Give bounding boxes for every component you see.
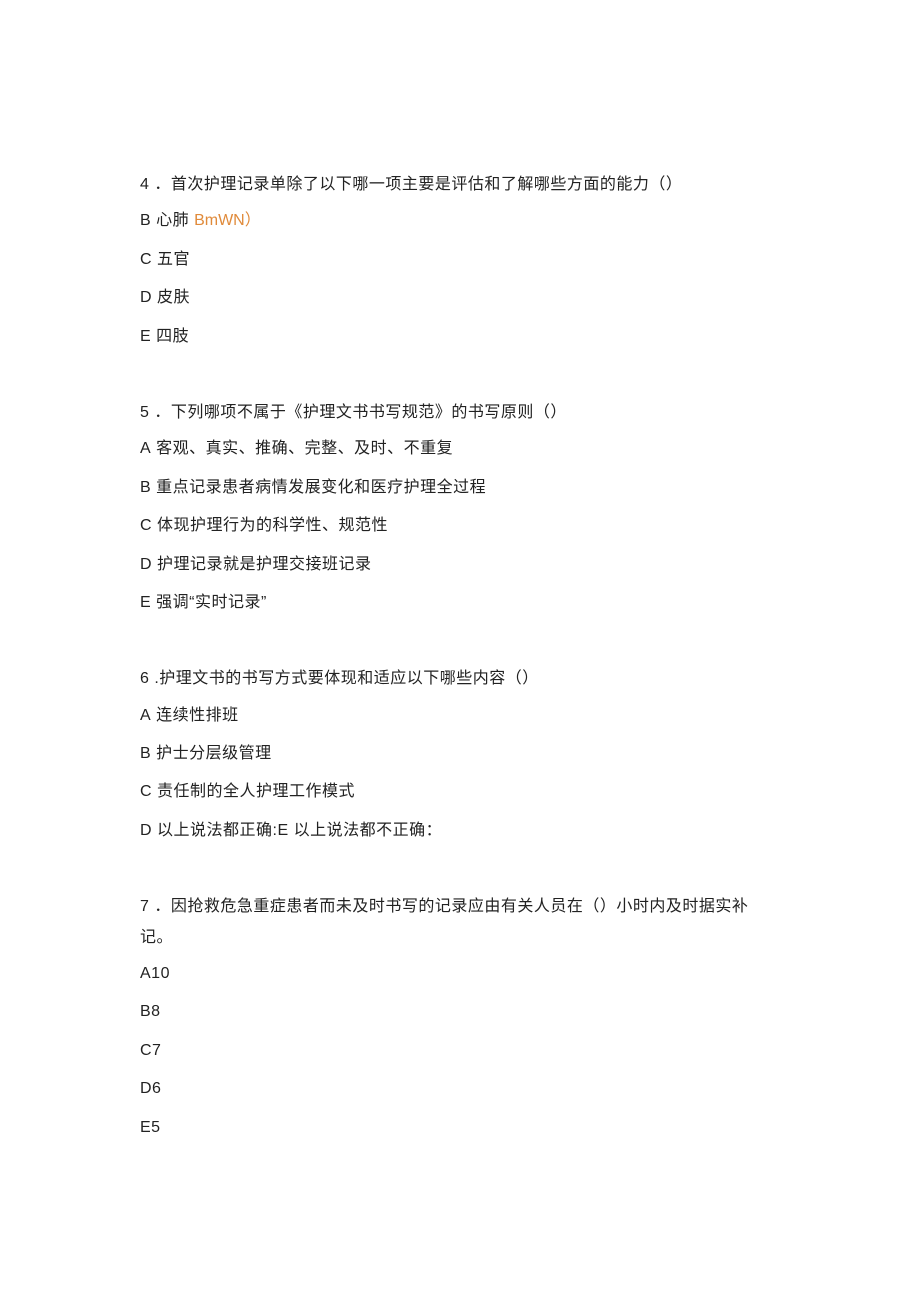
option-row: C7 — [140, 1032, 780, 1070]
option-row: B 重点记录患者病情发展变化和医疗护理全过程 — [140, 469, 780, 507]
option-text: 强调“实时记录” — [151, 594, 267, 611]
option-text: 责任制的全人护理工作模式 — [152, 783, 355, 800]
option-row: C 体现护理行为的科学性、规范性 — [140, 507, 780, 545]
option-label: D — [140, 556, 152, 573]
question-number: 6 — [140, 670, 149, 687]
option-label: D — [140, 289, 152, 306]
option-label: C7 — [140, 1042, 161, 1059]
question-number: 7 — [140, 898, 149, 915]
option-label: D6 — [140, 1080, 161, 1097]
option-label: E — [140, 328, 151, 345]
option-label: B — [140, 212, 151, 229]
option-text: 客观、真实、推确、完整、及时、不重复 — [151, 440, 453, 457]
inline-code-text: BmWN） — [194, 212, 261, 229]
option-label: B — [140, 479, 151, 496]
question-number: 5 — [140, 404, 149, 421]
question-stem: 4 ．首次护理记录单除了以下哪一项主要是评估和了解哪些方面的能力（） — [140, 170, 780, 200]
option-text: 护理记录就是护理交接班记录 — [152, 556, 371, 573]
option-text: 五官 — [152, 251, 190, 268]
option-label: B8 — [140, 1003, 161, 1020]
option-text: 心肺 — [151, 212, 194, 229]
option-row: C 五官 — [140, 241, 780, 279]
option-row: D 护理记录就是护理交接班记录 — [140, 546, 780, 584]
option-row: C 责任制的全人护理工作模式 — [140, 773, 780, 811]
stem-prefix: ． — [149, 176, 170, 193]
option-row: A 连续性排班 — [140, 697, 780, 735]
question-stem: 6 .护理文书的书写方式要体现和适应以下哪些内容（） — [140, 664, 780, 694]
stem-text: 因抢救危急重症患者而未及时书写的记录应由有关人员在（）小时内及时据实补记。 — [140, 898, 748, 945]
stem-text: 首次护理记录单除了以下哪一项主要是评估和了解哪些方面的能力（） — [171, 176, 683, 193]
option-label: C — [140, 783, 152, 800]
question-stem: 7 ．因抢救危急重症患者而未及时书写的记录应由有关人员在（）小时内及时据实补记。 — [140, 892, 780, 953]
stem-prefix: ． — [149, 898, 170, 915]
option-label: A — [140, 440, 151, 457]
stem-prefix: . — [149, 670, 159, 687]
option-label: A — [140, 707, 151, 724]
option-row: D 以上说法都正确:E 以上说法都不正确： — [140, 812, 780, 850]
stem-prefix: ． — [149, 404, 170, 421]
option-label: E — [140, 594, 151, 611]
stem-text: 护理文书的书写方式要体现和适应以下哪些内容（） — [159, 670, 539, 687]
option-text: 以上说法都正确:E 以上说法都不正确： — [152, 822, 442, 839]
option-row: B 护士分层级管理 — [140, 735, 780, 773]
question-number: 4 — [140, 176, 149, 193]
option-label: C — [140, 251, 152, 268]
option-row: B8 — [140, 993, 780, 1031]
option-row: E5 — [140, 1109, 780, 1147]
option-label: E5 — [140, 1119, 161, 1136]
option-label: C — [140, 517, 152, 534]
question-block: 6 .护理文书的书写方式要体现和适应以下哪些内容（） A 连续性排班 B 护士分… — [140, 664, 780, 850]
question-block: 5 ．下列哪项不属于《护理文书书写规范》的书写原则（） A 客观、真实、推确、完… — [140, 398, 780, 622]
option-text: 四肢 — [151, 328, 189, 345]
option-row: D6 — [140, 1070, 780, 1108]
option-label: D — [140, 822, 152, 839]
document-page: 4 ．首次护理记录单除了以下哪一项主要是评估和了解哪些方面的能力（） B 心肺 … — [0, 0, 920, 1289]
option-row: B 心肺 BmWN） — [140, 202, 780, 240]
option-text: 连续性排班 — [151, 707, 238, 724]
option-row: E 四肢 — [140, 318, 780, 356]
stem-text: 下列哪项不属于《护理文书书写规范》的书写原则（） — [171, 404, 567, 421]
option-text: 体现护理行为的科学性、规范性 — [152, 517, 388, 534]
option-text: 重点记录患者病情发展变化和医疗护理全过程 — [151, 479, 486, 496]
question-stem: 5 ．下列哪项不属于《护理文书书写规范》的书写原则（） — [140, 398, 780, 428]
option-text: 护士分层级管理 — [151, 745, 271, 762]
option-row: D 皮肤 — [140, 279, 780, 317]
option-text: 皮肤 — [152, 289, 190, 306]
option-row: E 强调“实时记录” — [140, 584, 780, 622]
question-block: 7 ．因抢救危急重症患者而未及时书写的记录应由有关人员在（）小时内及时据实补记。… — [140, 892, 780, 1147]
option-row: A 客观、真实、推确、完整、及时、不重复 — [140, 430, 780, 468]
option-label: A10 — [140, 965, 170, 982]
option-label: B — [140, 745, 151, 762]
question-block: 4 ．首次护理记录单除了以下哪一项主要是评估和了解哪些方面的能力（） B 心肺 … — [140, 170, 780, 356]
option-row: A10 — [140, 955, 780, 993]
